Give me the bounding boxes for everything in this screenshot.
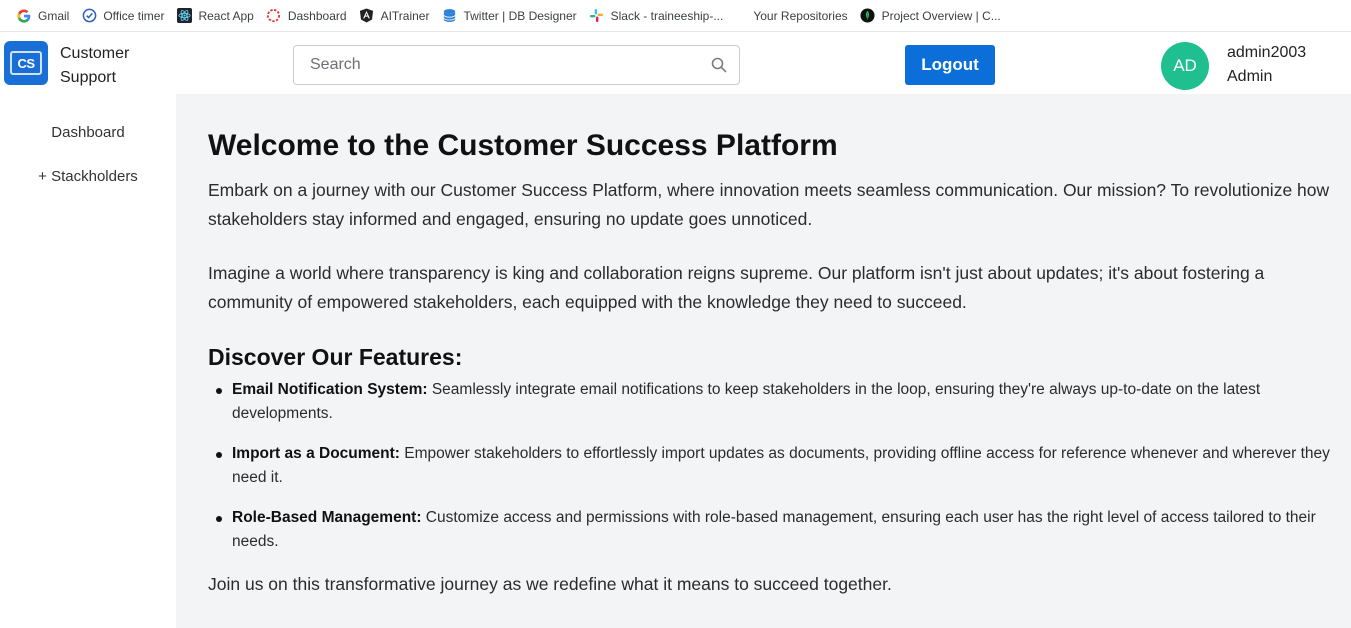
bookmark-react-app[interactable]: React App [170,4,259,28]
bookmark-gmail[interactable]: Gmail [10,4,75,28]
avatar[interactable]: AD [1161,42,1209,90]
bookmarks-bar: Gmail Office timer React App Dashboard A… [0,0,1351,32]
bullet-icon [216,388,222,394]
brand-name: Customer Support [60,42,129,90]
logo-text: CS [10,51,42,75]
features-list: Email Notification System: Seamlessly in… [216,378,1338,554]
bookmark-slack[interactable]: Slack - traineeship-... [583,4,730,28]
main-content: Welcome to the Customer Success Platform… [176,94,1351,628]
feature-name: Import as a Document: [232,445,400,462]
database-icon [441,8,457,24]
page-title: Welcome to the Customer Success Platform [208,129,838,162]
sidebar: Dashboard + Stackholders [0,102,176,628]
app-header: CS Customer Support Logout AD admin2003 … [0,36,1351,94]
bookmark-your-repositories[interactable]: Your Repositories [747,4,853,28]
brand-line-1: Customer [60,45,130,62]
bookmark-label: Office timer [103,8,165,23]
features-heading: Discover Our Features: [208,344,463,370]
app-logo[interactable]: CS [4,41,48,85]
timer-check-icon [81,8,97,24]
list-item: Email Notification System: Seamlessly in… [216,378,1338,426]
sidebar-item-dashboard[interactable]: Dashboard [0,124,176,141]
bullet-icon [216,516,222,522]
google-g-icon [16,8,32,24]
angular-icon [359,8,375,24]
bookmark-office-timer[interactable]: Office timer [75,4,170,28]
brand-line-2: Support [60,69,117,86]
content-body: Welcome to the Customer Success Platform… [208,128,1338,599]
leaf-icon [860,8,876,24]
list-item: Role-Based Management: Customize access … [216,506,1338,554]
react-app-icon [176,8,192,24]
bookmark-dashboard[interactable]: Dashboard [260,4,353,28]
bookmark-label: React App [198,8,254,23]
list-item: Import as a Document: Empower stakeholde… [216,442,1338,490]
bookmark-label: Your Repositories [753,8,848,23]
bookmark-db-designer[interactable]: Twitter | DB Designer [435,4,582,28]
user-info: admin2003 Admin [1227,41,1306,89]
closing-paragraph: Join us on this transformative journey a… [208,574,892,594]
search-input[interactable] [294,46,694,84]
bookmark-label: Slack - traineeship-... [610,8,724,23]
intro-paragraph-2: Imagine a world where transparency is ki… [208,263,1265,312]
username: admin2003 [1227,44,1307,61]
feature-name: Email Notification System: [232,381,428,398]
sidebar-item-stackholders[interactable]: + Stackholders [0,168,176,185]
bookmark-label: Twitter | DB Designer [463,8,577,23]
bookmark-label: Project Overview | C... [881,8,1001,23]
dashboard-ring-icon [266,8,282,24]
feature-name: Role-Based Management: [232,509,422,526]
bullet-icon [216,452,222,458]
bookmark-label: AITrainer [380,8,430,23]
user-role: Admin [1227,68,1273,85]
logout-button[interactable]: Logout [905,45,995,85]
search-box [293,45,740,85]
search-icon[interactable] [711,57,727,73]
slack-icon [589,8,605,24]
bookmark-label: Gmail [38,8,70,23]
bookmark-aitrainer[interactable]: AITrainer [353,4,436,28]
intro-paragraph-1: Embark on a journey with our Customer Su… [208,180,1330,229]
bookmark-label: Dashboard [287,8,347,23]
bookmark-project-overview[interactable]: Project Overview | C... [854,4,1007,28]
